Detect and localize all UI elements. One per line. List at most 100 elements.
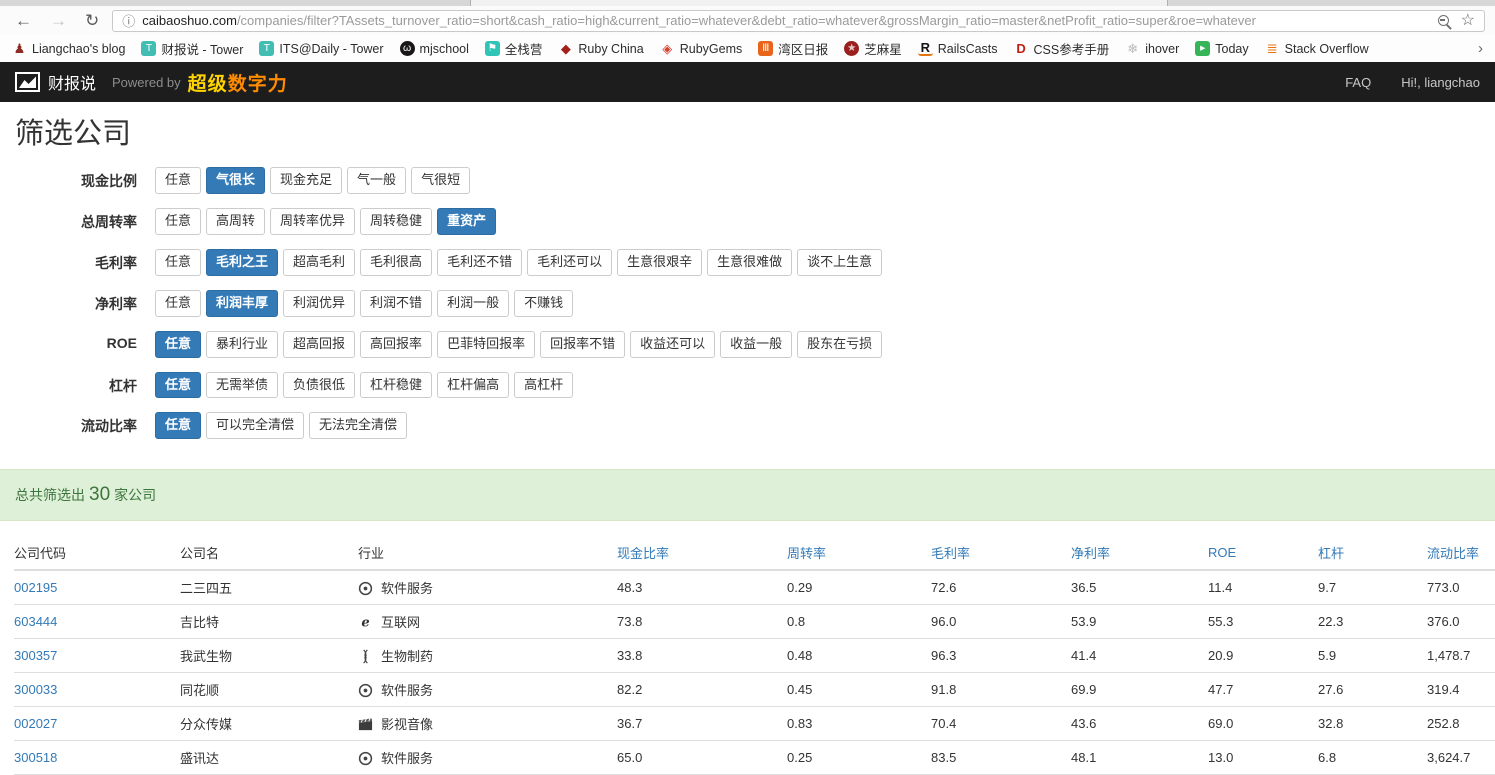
bookmark-item[interactable]: ⚑ 全栈营 (477, 39, 551, 58)
filter-option[interactable]: 股东在亏损 (797, 330, 883, 358)
bookmark-item[interactable]: ❄ ihover (1117, 41, 1187, 56)
table-row: 300518 盛讯达 软件服务 65.0 0.25 83.5 48.1 13.0 6.8 3,62… (14, 740, 1495, 775)
filter-option[interactable]: 暴利行业 (206, 330, 279, 358)
filter-option[interactable]: 毛利还可以 (527, 249, 613, 276)
filter-option[interactable]: 任意 (155, 167, 202, 195)
railscasts-icon: R (917, 41, 933, 56)
url-path: /companies/filter?TAssets_turnover_ratio… (236, 13, 1256, 28)
filter-option[interactable]: 周转率优异 (270, 208, 356, 236)
filter-option[interactable]: 高杠杆 (514, 371, 574, 399)
company-code-link[interactable]: 300357 (14, 648, 57, 663)
bookmark-item[interactable]: ★ 芝麻星 (836, 39, 910, 58)
bookmark-item[interactable]: Ⅲ 湾区日报 (750, 39, 836, 58)
filter-option[interactable]: 高回报率 (360, 330, 433, 358)
page-title: 筛选公司 (15, 118, 132, 150)
filter-option[interactable]: 任意 (155, 371, 202, 399)
filter-option[interactable]: 杠杆稳健 (360, 371, 433, 399)
filter-option[interactable]: 任意 (155, 330, 202, 358)
filter-option[interactable]: 杠杆偏高 (437, 371, 510, 399)
css-handbook-icon: D (1016, 41, 1026, 56)
url-bar[interactable]: ⓘ caibaoshuo.com/companies/filter?TAsset… (112, 9, 1485, 32)
column-header-sort[interactable]: 周转率 (787, 536, 931, 572)
filter-option[interactable]: 无法完全清偿 (309, 412, 408, 440)
filter-option[interactable]: 负债很低 (283, 371, 356, 399)
filter-option[interactable]: 收益还可以 (630, 330, 716, 358)
company-industry: 生物制药 (358, 638, 617, 674)
filter-option[interactable]: 利润不错 (360, 289, 433, 317)
filter-option[interactable]: 无需举债 (206, 371, 279, 399)
page-info-icon[interactable]: ⓘ (122, 11, 135, 30)
back-icon[interactable]: ← (6, 12, 41, 29)
bookmark-item[interactable]: T 财报说 - Tower (133, 39, 251, 58)
ratio-value: 376.0 (1427, 604, 1495, 640)
filter-option[interactable]: 利润优异 (283, 289, 356, 317)
company-code-link[interactable]: 300518 (14, 750, 57, 765)
filter-option[interactable]: 利润丰厚 (206, 289, 279, 317)
column-header-sort[interactable]: 现金比率 (617, 536, 787, 572)
company-code-link[interactable]: 002195 (14, 580, 57, 595)
bookmark-item[interactable]: ω mjschool (392, 41, 477, 56)
company-name: 我武生物 (180, 638, 358, 674)
filter-option[interactable]: 任意 (155, 289, 202, 317)
filter-option[interactable]: 生意很艰辛 (617, 249, 703, 276)
ratio-value: 48.3 (617, 570, 787, 606)
filter-option[interactable]: 气很短 (411, 167, 471, 195)
company-industry: 软件服务 (358, 740, 617, 775)
filter-option[interactable]: 气很长 (206, 167, 266, 195)
ratio-value: 65.0 (617, 740, 787, 775)
ratio-value: 5.9 (1318, 638, 1427, 674)
refresh-icon[interactable]: ↻ (76, 12, 108, 29)
bookmark-item[interactable]: ≣ Stack Overflow (1257, 41, 1377, 56)
column-header-sort[interactable]: 毛利率 (931, 536, 1071, 572)
bookmark-star-icon[interactable]: ☆ (1461, 12, 1475, 29)
filter-option[interactable]: 毛利还不错 (437, 249, 523, 276)
column-header-sort[interactable]: 杠杆 (1318, 536, 1427, 572)
forward-icon[interactable]: → (41, 12, 76, 29)
filter-option[interactable]: 毛利之王 (206, 249, 279, 276)
filter-option[interactable]: 收益一般 (720, 330, 793, 358)
column-header-sort[interactable]: 净利率 (1071, 536, 1208, 572)
bookmark-item[interactable]: ◈ RubyGems (652, 41, 751, 56)
bookmark-item[interactable]: T ITS@Daily - Tower (251, 41, 391, 56)
filter-option[interactable]: 高周转 (206, 208, 266, 236)
filter-option[interactable]: 巴菲特回报率 (437, 330, 536, 358)
bookmark-item[interactable]: R RailsCasts (910, 41, 1006, 56)
bookmarks-overflow-icon[interactable]: › (1470, 40, 1491, 57)
bookmark-item[interactable]: D CSS参考手册 (1006, 39, 1118, 58)
company-code-link[interactable]: 002027 (14, 716, 57, 731)
column-header-sort[interactable]: ROE (1208, 536, 1318, 572)
bookmark-item[interactable]: ▸ Today (1187, 41, 1256, 56)
filter-row: 总周转率 任意 高周转 周转率优异 周转稳健 重资产 (0, 208, 1495, 236)
filter-option[interactable]: 毛利很高 (360, 249, 433, 276)
filter-row: 现金比例 任意 气很长 现金充足 气一般 气很短 (0, 167, 1495, 195)
bookmark-label: 芝麻星 (864, 43, 902, 57)
company-code-link[interactable]: 300033 (14, 682, 57, 697)
filter-option[interactable]: 任意 (155, 412, 202, 440)
company-code-link[interactable]: 603444 (14, 614, 57, 629)
filter-option[interactable]: 可以完全清偿 (206, 412, 305, 440)
user-greeting[interactable]: Hi!, liangchao (1401, 75, 1480, 90)
active-tab[interactable] (470, 0, 1168, 6)
filter-option[interactable]: 超高回报 (283, 330, 356, 358)
bookmark-item[interactable]: ◆ Ruby China (550, 41, 651, 56)
filter-option[interactable]: 气一般 (347, 167, 407, 195)
table-row: 300357 我武生物 生物制药 33.8 0.48 96.3 41.4 20.9 5.9 1,4… (14, 638, 1495, 674)
brand-logo[interactable]: 财报说 (15, 70, 96, 94)
filter-option[interactable]: 生意很难做 (707, 249, 793, 276)
filter-option[interactable]: 不赚钱 (514, 289, 574, 317)
filter-row: 毛利率 任意 毛利之王 超高毛利 毛利很高 毛利还不错 毛利还可以 生意很艰辛 生意很难做 谈不上… (0, 249, 1495, 276)
filter-option[interactable]: 回报率不错 (540, 330, 626, 358)
filter-option[interactable]: 任意 (155, 249, 202, 276)
filter-option[interactable]: 任意 (155, 208, 202, 236)
bookmark-item[interactable]: ♟ Liangchao's blog (4, 41, 133, 56)
column-header-sort[interactable]: 流动比率 (1427, 536, 1495, 572)
filter-option[interactable]: 利润一般 (437, 289, 510, 317)
faq-link[interactable]: FAQ (1345, 75, 1371, 90)
zoom-icon[interactable] (1437, 15, 1449, 26)
filter-option[interactable]: 周转稳健 (360, 208, 433, 236)
filter-option[interactable]: 谈不上生意 (797, 249, 883, 276)
filter-option[interactable]: 超高毛利 (283, 249, 356, 276)
filter-option[interactable]: 重资产 (437, 208, 497, 236)
company-name: 二三四五 (180, 570, 358, 606)
filter-option[interactable]: 现金充足 (270, 167, 343, 195)
